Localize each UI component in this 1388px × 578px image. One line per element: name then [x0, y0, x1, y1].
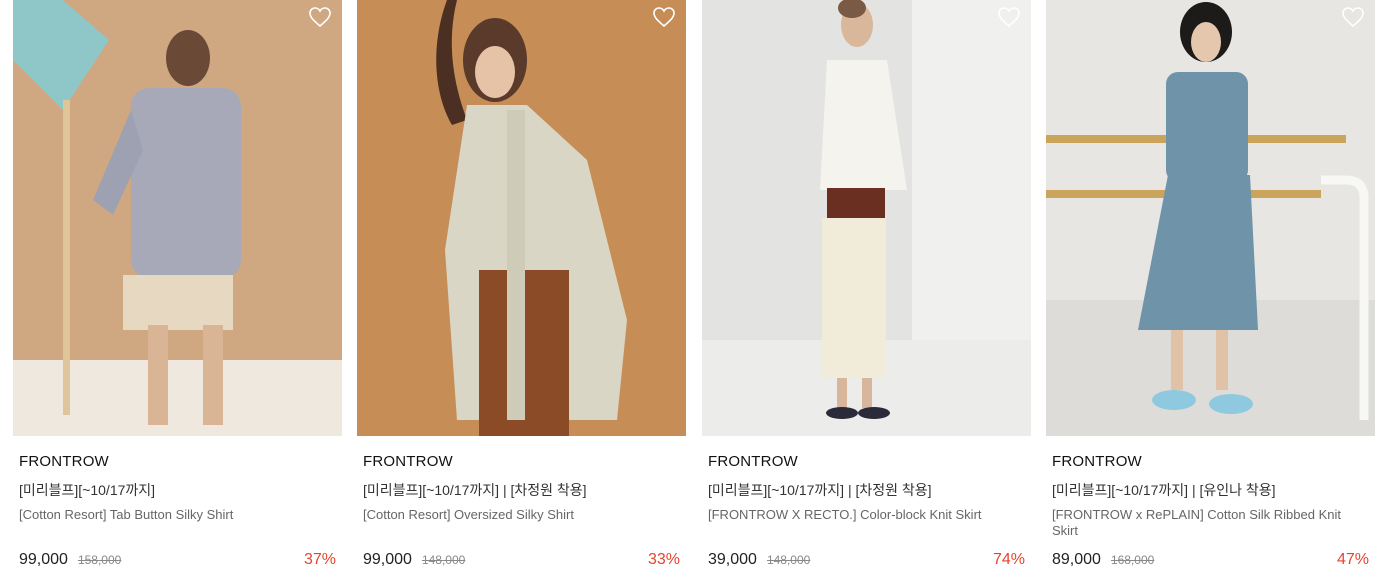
product-name[interactable]: [Cotton Resort] Tab Button Silky Shirt: [19, 507, 336, 539]
original-price: 158,000: [77, 553, 122, 567]
discount-rate: 47%: [1336, 551, 1369, 568]
wishlist-button[interactable]: [1341, 6, 1365, 28]
product-name[interactable]: [FRONTROW x RePLAIN] Cotton Silk Ribbed …: [1052, 507, 1369, 539]
product-photo-oversized-shirt: [357, 0, 686, 436]
heart-outline-icon: [998, 7, 1020, 28]
price-row: 99,000 148,000 33%: [363, 551, 680, 573]
wishlist-button[interactable]: [308, 6, 332, 28]
product-card[interactable]: FRONTROW [미리블프][~10/17까지] | [유인나 착용] [FR…: [1046, 0, 1375, 578]
product-card[interactable]: FRONTROW [미리블프][~10/17까지] [Cotton Resort…: [13, 0, 342, 578]
product-image[interactable]: [13, 0, 342, 436]
product-card[interactable]: FRONTROW [미리블프][~10/17까지] | [차정원 착용] [FR…: [702, 0, 1031, 578]
price-row: 99,000 158,000 37%: [19, 551, 336, 573]
product-brand[interactable]: FRONTROW: [708, 453, 1025, 471]
product-photo-tab-button-shirt: [13, 0, 342, 436]
wishlist-button[interactable]: [652, 6, 676, 28]
product-image[interactable]: [1046, 0, 1375, 436]
heart-outline-icon: [1342, 7, 1364, 28]
product-name[interactable]: [Cotton Resort] Oversized Silky Shirt: [363, 507, 680, 539]
product-photo-color-block-skirt: [702, 0, 1031, 436]
product-tag: [미리블프][~10/17까지] | [유인나 착용]: [1052, 482, 1276, 498]
wishlist-button[interactable]: [997, 6, 1021, 28]
discount-rate: 33%: [647, 551, 680, 568]
product-card[interactable]: FRONTROW [미리블프][~10/17까지] | [차정원 착용] [Co…: [357, 0, 686, 578]
product-brand[interactable]: FRONTROW: [19, 453, 336, 471]
original-price: 148,000: [766, 553, 811, 567]
sale-price: 99,000: [19, 551, 68, 568]
product-tag: [미리블프][~10/17까지] | [차정원 착용]: [708, 482, 932, 498]
sale-price: 39,000: [708, 551, 757, 568]
product-brand[interactable]: FRONTROW: [363, 453, 680, 471]
heart-outline-icon: [653, 7, 675, 28]
original-price: 168,000: [1110, 553, 1155, 567]
sale-price: 89,000: [1052, 551, 1101, 568]
product-name[interactable]: [FRONTROW X RECTO.] Color-block Knit Ski…: [708, 507, 1025, 539]
product-image[interactable]: [702, 0, 1031, 436]
product-image[interactable]: [357, 0, 686, 436]
product-grid: FRONTROW [미리블프][~10/17까지] [Cotton Resort…: [0, 0, 1388, 578]
sale-price: 99,000: [363, 551, 412, 568]
original-price: 148,000: [421, 553, 466, 567]
product-tag: [미리블프][~10/17까지] | [차정원 착용]: [363, 482, 587, 498]
product-photo-ribbed-knit-skirt: [1046, 0, 1375, 436]
heart-outline-icon: [309, 7, 331, 28]
discount-rate: 74%: [992, 551, 1025, 568]
product-brand[interactable]: FRONTROW: [1052, 453, 1369, 471]
price-row: 89,000 168,000 47%: [1052, 551, 1369, 573]
product-tag: [미리블프][~10/17까지]: [19, 482, 156, 498]
discount-rate: 37%: [303, 551, 336, 568]
price-row: 39,000 148,000 74%: [708, 551, 1025, 573]
